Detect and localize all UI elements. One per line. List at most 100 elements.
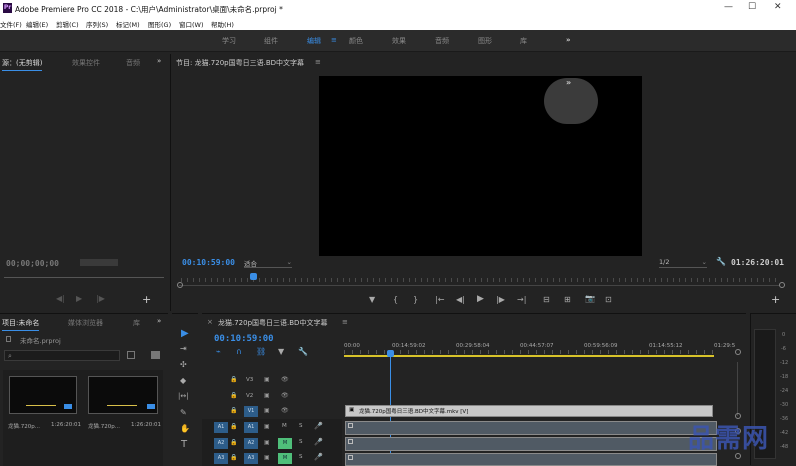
timeline-playhead-handle[interactable]	[387, 350, 394, 357]
tab-source[interactable]: 源：(无剪辑)	[2, 58, 43, 71]
tab-project[interactable]: 项目:未命名	[2, 318, 40, 331]
nest-toggle-icon[interactable]: ⌁	[216, 348, 221, 356]
eye-icon[interactable]: 👁	[281, 392, 289, 399]
video-clip[interactable]: ▣ 龙猫.720p国粤日三语.BD中文字幕.mkv [V]	[345, 405, 713, 417]
program-timecode[interactable]: 00:10:59:00	[182, 258, 235, 267]
program-add-button-icon[interactable]: +	[771, 294, 780, 305]
program-playhead[interactable]	[250, 273, 257, 280]
lock-icon[interactable]: 🔒	[230, 454, 237, 461]
microphone-icon[interactable]: 🎤	[314, 453, 323, 461]
source-patch-a1[interactable]: A1	[214, 422, 228, 433]
solo-button[interactable]: S	[299, 439, 303, 445]
workspace-editing-menu-icon[interactable]: ≡	[331, 36, 337, 44]
menu-sequence[interactable]: 序列(S)	[86, 19, 108, 29]
menu-window[interactable]: 窗口(W)	[179, 19, 204, 29]
workspace-learn[interactable]: 学习	[222, 36, 236, 46]
mark-out-icon[interactable]: }	[413, 296, 418, 304]
source-timecode[interactable]: 00;00;00;00	[6, 259, 59, 268]
audio-clip[interactable]	[345, 453, 717, 466]
lock-icon[interactable]: 🔒	[230, 423, 237, 430]
scrubber-end-handle[interactable]	[779, 282, 785, 288]
menu-file[interactable]: 文件(F)	[0, 19, 22, 29]
sync-lock-icon[interactable]: ▣	[264, 392, 270, 399]
fit-dropdown[interactable]: 适合 ⌄	[244, 258, 292, 268]
scrubber-start-handle[interactable]	[177, 282, 183, 288]
resolution-dropdown[interactable]: 1/2 ⌄	[659, 258, 707, 268]
sync-lock-icon[interactable]: ▣	[264, 376, 270, 383]
track-label-a3[interactable]: A3	[244, 453, 258, 464]
source-zoom-bar[interactable]	[80, 259, 118, 266]
new-bin-icon[interactable]	[127, 351, 135, 359]
add-marker-icon[interactable]: ▼	[369, 296, 375, 304]
export-frame-icon[interactable]: 📷	[585, 295, 595, 303]
source-play-icon[interactable]: ▶	[76, 295, 82, 303]
type-tool-icon[interactable]: T	[181, 440, 187, 450]
solo-button[interactable]: S	[299, 454, 303, 460]
selection-tool-icon[interactable]: ▶	[181, 329, 189, 339]
lock-icon[interactable]: 🔒	[230, 439, 237, 446]
source-patch-a2[interactable]: A2	[214, 438, 228, 449]
program-scrubber[interactable]	[179, 285, 779, 286]
source-scrubber[interactable]	[4, 277, 164, 278]
mute-button[interactable]: M	[282, 423, 287, 429]
track-select-tool-icon[interactable]: ⇥	[180, 345, 187, 353]
wrench-icon[interactable]: 🔧	[716, 258, 726, 266]
lock-icon[interactable]: 🔒	[230, 407, 237, 414]
folder-icon[interactable]	[151, 351, 160, 359]
microphone-icon[interactable]: 🎤	[314, 422, 323, 430]
lock-icon[interactable]: 🔒	[230, 376, 237, 383]
menu-edit[interactable]: 编辑(E)	[26, 19, 48, 29]
project-item-thumbnail[interactable]	[88, 376, 158, 414]
sync-lock-icon[interactable]: ▣	[264, 407, 270, 414]
timeline-close-icon[interactable]: ×	[207, 318, 213, 326]
audio-clip[interactable]	[345, 437, 717, 451]
step-forward-icon[interactable]: |▶	[496, 296, 505, 304]
tab-media-browser[interactable]: 媒体浏览器	[68, 318, 103, 328]
overlay-more-icon[interactable]: »	[566, 78, 571, 87]
minimize-button[interactable]: —	[724, 2, 733, 12]
extract-icon[interactable]: ⊞	[564, 296, 571, 304]
menu-clip[interactable]: 剪辑(C)	[56, 19, 79, 29]
eye-icon[interactable]: 👁	[281, 376, 289, 383]
comparison-view-icon[interactable]: ⊡	[605, 296, 612, 304]
timeline-settings-wrench-icon[interactable]: 🔧	[298, 348, 308, 356]
audio-clip[interactable]	[345, 421, 717, 435]
workspace-more-icon[interactable]: »	[566, 36, 571, 44]
source-step-back-icon[interactable]: ◀|	[56, 295, 65, 303]
add-marker-icon[interactable]: ▼	[278, 348, 284, 356]
workspace-libraries[interactable]: 库	[520, 36, 527, 46]
tab-audio[interactable]: 音频	[126, 58, 140, 68]
sync-lock-icon[interactable]: ▣	[264, 454, 270, 461]
project-search-input[interactable]: ⌕	[4, 350, 120, 361]
menu-help[interactable]: 帮助(H)	[211, 19, 234, 29]
linked-selection-icon[interactable]: ⛓	[256, 348, 266, 356]
ripple-edit-tool-icon[interactable]: ✣	[180, 361, 187, 369]
snap-icon[interactable]: ∩	[236, 348, 242, 356]
lift-icon[interactable]: ⊟	[543, 296, 550, 304]
workspace-assembly[interactable]: 组件	[264, 36, 278, 46]
program-monitor-title[interactable]: 节目: 龙猫.720p国粤日三语.BD中文字幕	[176, 58, 304, 68]
pen-tool-icon[interactable]: ✎	[180, 409, 187, 417]
panel-more-icon[interactable]: »	[157, 57, 161, 65]
program-menu-icon[interactable]: ≡	[315, 58, 321, 66]
track-label-a2[interactable]: A2	[244, 438, 258, 449]
timeline-menu-icon[interactable]: ≡	[342, 318, 348, 326]
workspace-effects[interactable]: 效果	[392, 36, 406, 46]
solo-button[interactable]: S	[299, 423, 303, 429]
source-step-forward-icon[interactable]: |▶	[96, 295, 105, 303]
work-area-bar[interactable]	[344, 355, 714, 357]
video-scrollbar[interactable]	[737, 362, 738, 416]
microphone-icon[interactable]: 🎤	[314, 438, 323, 446]
timeline-timecode[interactable]: 00:10:59:00	[214, 334, 274, 344]
go-to-in-icon[interactable]: |←	[435, 296, 444, 304]
track-label-v1[interactable]: V1	[244, 406, 258, 417]
play-icon[interactable]: ▶	[477, 295, 484, 304]
zoom-scroll-handle[interactable]	[735, 349, 741, 355]
tab-effect-controls[interactable]: 效果控件	[72, 58, 100, 68]
source-add-button-icon[interactable]: +	[142, 294, 151, 305]
menu-graphics[interactable]: 图形(G)	[148, 19, 171, 29]
program-video-frame[interactable]: »	[319, 76, 642, 256]
close-button[interactable]: ✕	[774, 2, 782, 12]
workspace-audio[interactable]: 音频	[435, 36, 449, 46]
maximize-button[interactable]: ☐	[748, 2, 756, 12]
